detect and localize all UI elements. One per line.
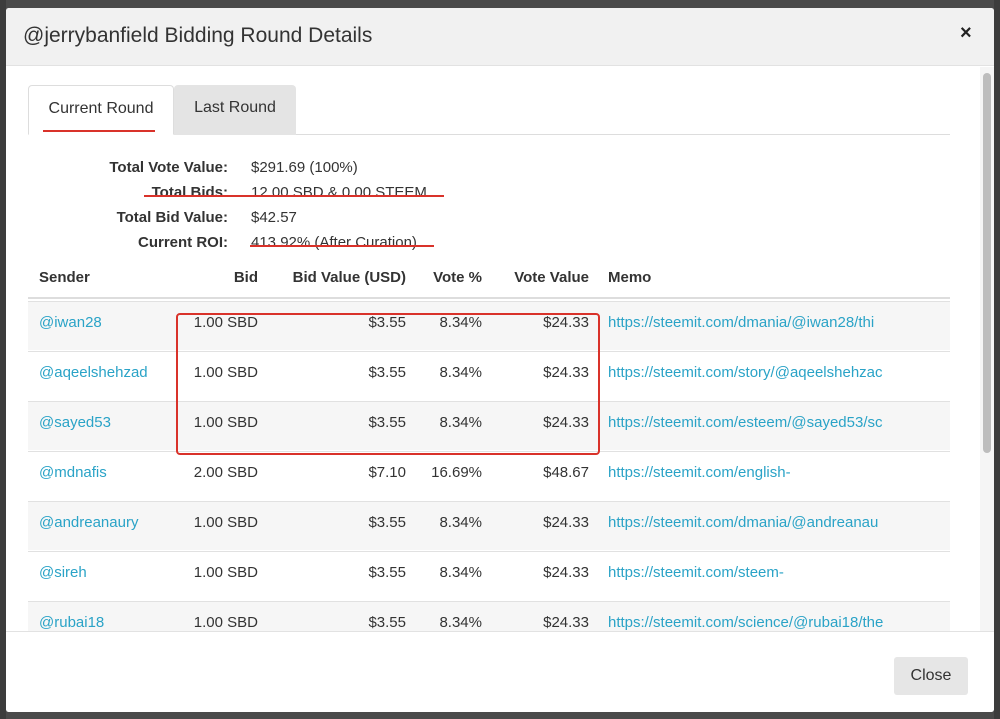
sender-link[interactable]: @mdnafis [39, 464, 107, 481]
memo-link[interactable]: https://steemit.com/steem- [608, 564, 940, 581]
vote-value: $24.33 [543, 514, 589, 531]
header-bid: Bid [233, 269, 258, 286]
bid-amount: 1.00 SBD [193, 514, 258, 531]
total-vote-value-label: Total Vote Value: [109, 159, 228, 176]
modal-title: @jerrybanfield Bidding Round Details [23, 24, 373, 47]
close-icon[interactable]: × [960, 22, 972, 45]
header-vote-value: Vote Value [514, 269, 589, 286]
sender-link[interactable]: @aqeelshehzad [39, 364, 148, 381]
vote-percent: 8.34% [439, 614, 482, 631]
memo-link[interactable]: https://steemit.com/english- [608, 464, 940, 481]
total-bids-label: Total Bids: [151, 184, 228, 201]
bid-amount: 1.00 SBD [193, 614, 258, 631]
memo-link[interactable]: https://steemit.com/dmania/@iwan28/thi [608, 314, 940, 331]
sender-link[interactable]: @andreanaury [39, 514, 138, 531]
tab-current-round[interactable]: Current Round [28, 85, 174, 135]
close-button[interactable]: Close [894, 657, 968, 695]
summary-row-total-vote-value: Total Vote Value: $291.69 (100%) [6, 159, 606, 181]
table-row: @mdnafis 2.00 SBD $7.10 16.69% $48.67 ht… [28, 451, 950, 500]
bid-value: $3.55 [368, 514, 406, 531]
sender-link[interactable]: @sireh [39, 564, 87, 581]
background-page-top [0, 0, 1000, 8]
header-memo: Memo [608, 269, 652, 286]
total-bid-value-label: Total Bid Value: [116, 209, 228, 226]
bid-value: $3.55 [368, 564, 406, 581]
modal-body: Current Round Last Round Total Vote Valu… [6, 67, 980, 631]
bid-value: $3.55 [368, 614, 406, 631]
modal-scrollbar[interactable] [980, 67, 994, 631]
vote-percent: 8.34% [439, 564, 482, 581]
background-page-right [994, 0, 1000, 719]
bid-amount: 2.00 SBD [193, 464, 258, 481]
annotation-underline-total-bids [144, 195, 444, 197]
memo-link[interactable]: https://steemit.com/story/@aqeelshehzac [608, 364, 940, 381]
tab-last-round[interactable]: Last Round [174, 85, 296, 135]
sender-link[interactable]: @rubai18 [39, 614, 104, 631]
bid-amount: 1.00 SBD [193, 564, 258, 581]
annotation-box-first-three-bids [176, 313, 600, 455]
background-page-bottom [0, 712, 1000, 719]
total-bid-value: $42.57 [251, 209, 297, 226]
modal-footer: Close [6, 631, 994, 712]
header-sender: Sender [39, 269, 90, 286]
annotation-underline-current-round [43, 130, 155, 132]
total-bids: 12.00 SBD & 0.00 STEEM [251, 184, 427, 201]
current-roi: 413.92% (After Curation) [251, 234, 417, 251]
total-vote-value: $291.69 (100%) [251, 159, 358, 176]
vote-value: $48.67 [543, 464, 589, 481]
bid-value: $7.10 [368, 464, 406, 481]
annotation-underline-current-roi [250, 245, 434, 247]
memo-link[interactable]: https://steemit.com/dmania/@andreanau [608, 514, 940, 531]
bidding-round-modal: @jerrybanfield Bidding Round Details × C… [6, 8, 994, 712]
round-tabs: Current Round Last Round [28, 85, 950, 135]
memo-link[interactable]: https://steemit.com/science/@rubai18/the [608, 614, 940, 631]
current-roi-label: Current ROI: [138, 234, 228, 251]
vote-percent: 16.69% [431, 464, 482, 481]
header-vote-pct: Vote % [433, 269, 482, 286]
vote-percent: 8.34% [439, 514, 482, 531]
vote-value: $24.33 [543, 614, 589, 631]
memo-link[interactable]: https://steemit.com/esteem/@sayed53/sc [608, 414, 940, 431]
sender-link[interactable]: @sayed53 [39, 414, 111, 431]
vote-value: $24.33 [543, 564, 589, 581]
table-row: @rubai18 1.00 SBD $3.55 8.34% $24.33 htt… [28, 601, 950, 631]
table-row: @andreanaury 1.00 SBD $3.55 8.34% $24.33… [28, 501, 950, 550]
table-row: @sireh 1.00 SBD $3.55 8.34% $24.33 https… [28, 551, 950, 600]
header-bid-value: Bid Value (USD) [292, 269, 406, 286]
scrollbar-thumb[interactable] [983, 73, 991, 453]
summary-row-total-bid-value: Total Bid Value: $42.57 [6, 209, 606, 231]
bids-table-header: Sender Bid Bid Value (USD) Vote % Vote V… [28, 263, 950, 299]
sender-link[interactable]: @iwan28 [39, 314, 102, 331]
modal-header: @jerrybanfield Bidding Round Details × [6, 8, 994, 66]
